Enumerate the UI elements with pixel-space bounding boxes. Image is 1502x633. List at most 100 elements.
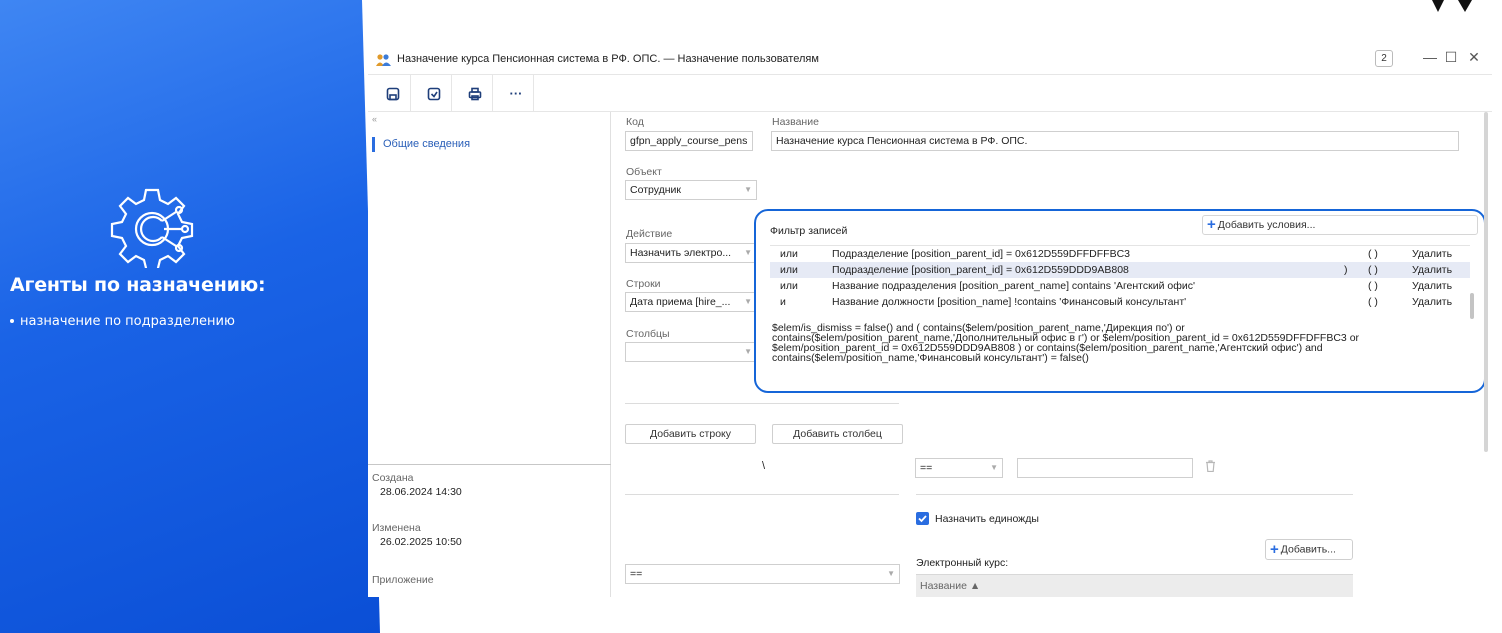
- name-input[interactable]: Назначение курса Пенсионная система в РФ…: [771, 131, 1459, 151]
- modified-label: Изменена: [372, 522, 421, 534]
- filter-row-parens[interactable]: ( ): [1368, 278, 1378, 294]
- columns-label: Столбцы: [626, 328, 670, 340]
- gear-circuit-icon: [110, 188, 194, 268]
- filter-expression: $elem/is_dismiss = false() and ( contain…: [772, 322, 1360, 364]
- sidebar: « Общие сведения Создана 28.06.2024 14:3…: [368, 112, 611, 597]
- bullet-dot-icon: [10, 318, 14, 323]
- chevron-down-icon: ▼: [744, 347, 752, 356]
- code-input[interactable]: gfpn_apply_course_pens: [625, 131, 753, 151]
- add-condition-button[interactable]: + Добавить условия...: [1202, 215, 1478, 235]
- print-icon: [468, 87, 482, 100]
- slide: Агенты по назначению: назначение по подр…: [0, 0, 1502, 633]
- minimize-button[interactable]: —: [1422, 49, 1438, 65]
- sidebar-divider: [368, 464, 611, 465]
- toolbar: ···: [368, 74, 1492, 112]
- save-close-icon: [427, 87, 441, 100]
- object-select-value: Сотрудник: [630, 184, 682, 196]
- filter-row[interactable]: или Подразделение [position_parent_id] =…: [770, 246, 1470, 262]
- add-course-button[interactable]: + Добавить...: [1265, 539, 1353, 560]
- filter-title: Фильтр записей: [770, 225, 848, 237]
- filter-conditions-list: или Подразделение [position_parent_id] =…: [770, 245, 1470, 311]
- filter-row-selected[interactable]: или Подразделение [position_parent_id] =…: [770, 262, 1470, 278]
- operator-select-right[interactable]: == ▼: [915, 458, 1003, 478]
- more-button[interactable]: ···: [499, 75, 534, 112]
- collapse-sidebar-icon[interactable]: «: [372, 114, 377, 124]
- action-select[interactable]: Назначить электро... ▼: [625, 243, 757, 263]
- title-bar: Назначение курса Пенсионная система в РФ…: [368, 46, 1492, 74]
- maximize-button[interactable]: ☐: [1443, 49, 1459, 66]
- chevron-down-icon: ▼: [744, 185, 752, 194]
- filter-row-parens[interactable]: ( ): [1368, 262, 1378, 278]
- add-column-button[interactable]: Добавить столбец: [772, 424, 903, 444]
- name-label: Название: [772, 116, 819, 128]
- object-label: Объект: [626, 166, 662, 178]
- backslash-text: \: [762, 460, 766, 472]
- filter-row-condition[interactable]: Подразделение [position_parent_id] = 0x6…: [832, 246, 1130, 262]
- filter-row-operator[interactable]: и: [780, 294, 786, 310]
- assign-once-checkbox[interactable]: [916, 512, 929, 525]
- filter-row-operator[interactable]: или: [780, 246, 798, 262]
- filter-row-delete[interactable]: Удалить: [1412, 278, 1452, 294]
- plus-icon: +: [1270, 541, 1279, 558]
- filter-row-delete[interactable]: Удалить: [1412, 262, 1452, 278]
- divider: [916, 494, 1353, 495]
- action-label: Действие: [626, 228, 673, 240]
- filter-row[interactable]: и Название должности [position_name] !co…: [770, 294, 1470, 310]
- users-app-icon: [376, 54, 391, 66]
- filter-row-delete[interactable]: Удалить: [1412, 246, 1452, 262]
- filter-row-condition[interactable]: Название подразделения [position_parent_…: [832, 278, 1195, 294]
- decorative-shape-icon: [1432, 0, 1472, 12]
- rows-select[interactable]: Дата приема [hire_... ▼: [625, 292, 757, 312]
- chevron-down-icon: ▼: [887, 569, 895, 578]
- chevron-down-icon: ▼: [744, 297, 752, 306]
- slide-bullet-text: назначение по подразделению: [20, 314, 235, 329]
- chevron-down-icon: ▼: [744, 248, 752, 257]
- save-close-button[interactable]: [417, 75, 452, 112]
- divider: [625, 403, 899, 404]
- slide-title: Агенты по назначению:: [10, 274, 266, 296]
- operator-select-left[interactable]: == ▼: [625, 564, 900, 584]
- rows-label: Строки: [626, 278, 661, 290]
- action-select-value: Назначить электро...: [630, 247, 732, 259]
- check-icon: [918, 515, 927, 523]
- created-value: 28.06.2024 14:30: [380, 486, 462, 498]
- object-select[interactable]: Сотрудник ▼: [625, 180, 757, 200]
- modified-value: 26.02.2025 10:50: [380, 536, 462, 548]
- add-row-button[interactable]: Добавить строку: [625, 424, 756, 444]
- rows-select-value: Дата приема [hire_...: [630, 296, 731, 308]
- main-scrollbar[interactable]: [1484, 112, 1488, 452]
- filter-row-delete[interactable]: Удалить: [1412, 294, 1452, 310]
- trash-icon[interactable]: [1205, 460, 1216, 472]
- close-button[interactable]: ✕: [1466, 49, 1482, 66]
- columns-select[interactable]: ▼: [625, 342, 757, 362]
- print-button[interactable]: [458, 75, 493, 112]
- add-condition-label: Добавить условия...: [1217, 219, 1316, 231]
- attachment-label: Приложение: [372, 574, 434, 586]
- filter-row-condition[interactable]: Название должности [position_name] !cont…: [832, 294, 1186, 310]
- save-button[interactable]: [376, 75, 411, 112]
- add-course-label: Добавить...: [1280, 543, 1336, 556]
- window-count-badge[interactable]: 2: [1375, 50, 1393, 67]
- slide-bullet: назначение по подразделению: [10, 314, 235, 329]
- filter-row[interactable]: или Название подразделения [position_par…: [770, 278, 1470, 294]
- filter-row-condition[interactable]: Подразделение [position_parent_id] = 0x6…: [832, 262, 1129, 278]
- chevron-down-icon: ▼: [990, 463, 998, 472]
- record-filter-panel: Фильтр записей + Добавить условия... или …: [754, 209, 1486, 393]
- filter-row-close-paren[interactable]: ): [1344, 262, 1348, 278]
- filter-row-parens[interactable]: ( ): [1368, 246, 1378, 262]
- filter-row-operator[interactable]: или: [780, 262, 798, 278]
- course-label: Электронный курс:: [916, 557, 1009, 569]
- created-label: Создана: [372, 472, 414, 484]
- filter-scrollbar[interactable]: [1470, 293, 1474, 319]
- window-title: Назначение курса Пенсионная система в РФ…: [397, 53, 819, 65]
- operator-select-right-value: ==: [920, 462, 933, 474]
- divider: [625, 494, 899, 495]
- app-window: Назначение курса Пенсионная система в РФ…: [368, 46, 1492, 597]
- value-input[interactable]: [1017, 458, 1193, 478]
- filter-row-parens[interactable]: ( ): [1368, 294, 1378, 310]
- code-label: Код: [626, 116, 644, 128]
- course-table-header-name[interactable]: Название ▲: [916, 574, 1353, 597]
- filter-row-operator[interactable]: или: [780, 278, 798, 294]
- assign-once-label[interactable]: Назначить единожды: [935, 513, 1039, 525]
- sidebar-item-general[interactable]: Общие сведения: [372, 137, 470, 152]
